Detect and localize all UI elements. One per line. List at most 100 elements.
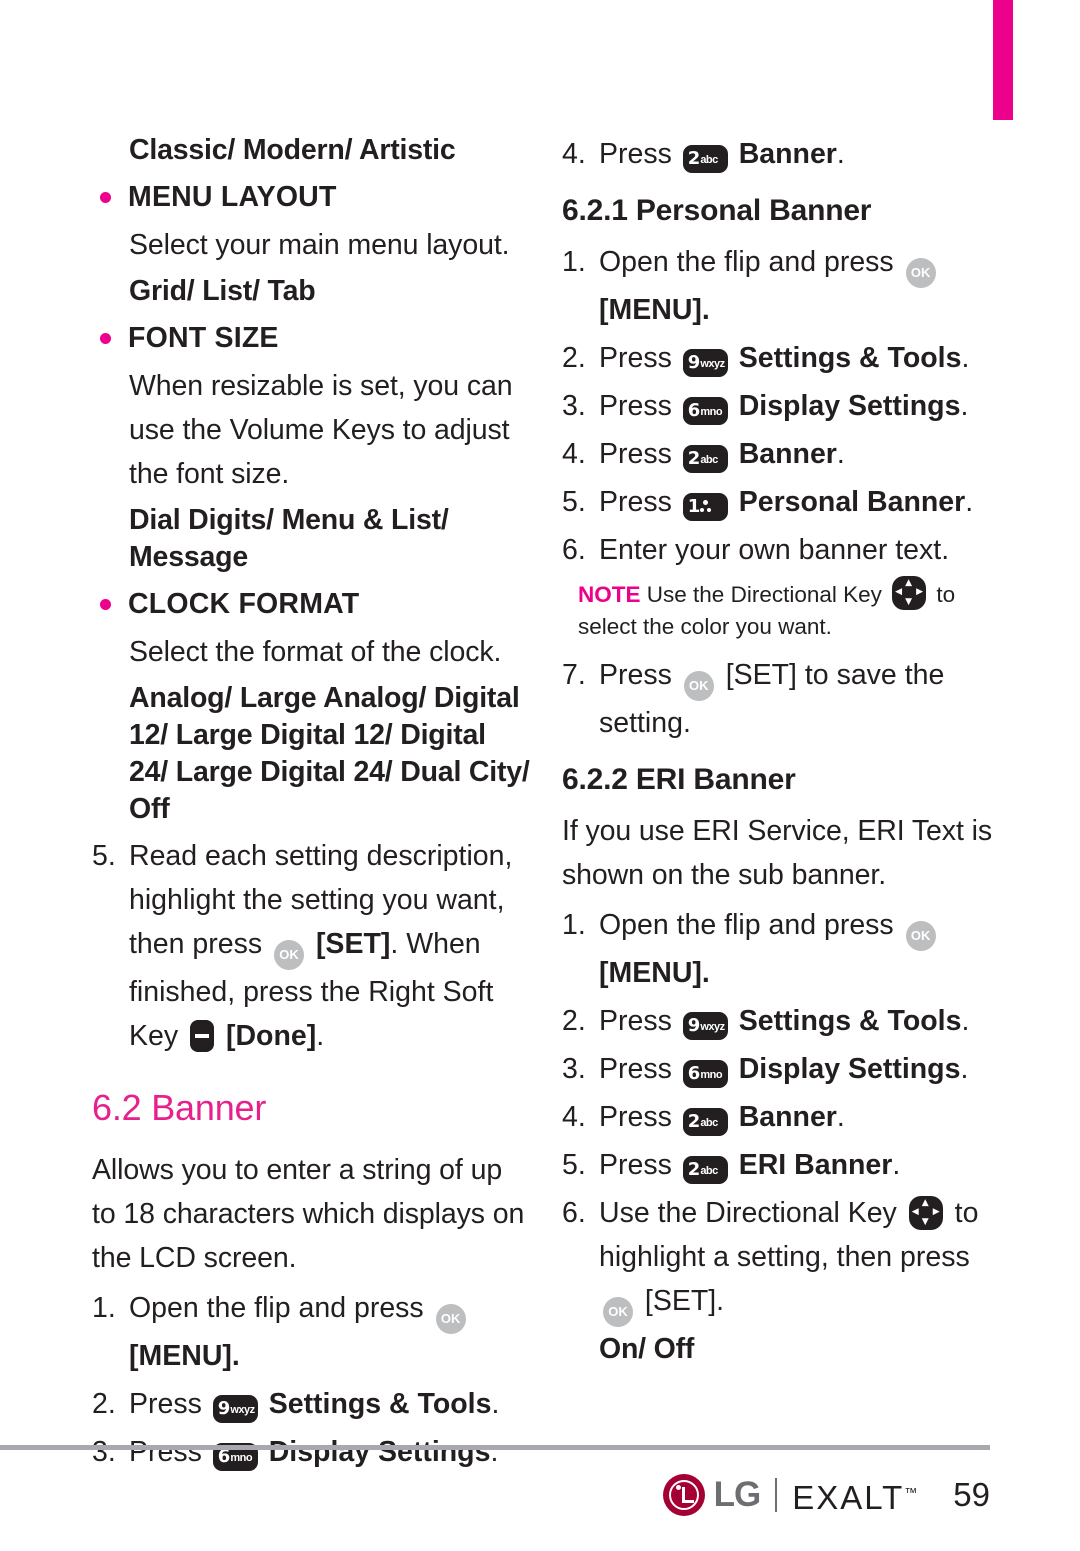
step-number: 5. (92, 840, 116, 872)
step-post: ERI Banner (738, 1149, 893, 1181)
banner-step-1: 1. Open the flip and press OK [MENU]. (92, 1286, 532, 1378)
step-pre: Press (599, 659, 672, 691)
key-letters: abc (700, 1117, 718, 1129)
step-tail: . (892, 1149, 901, 1181)
step-number: 4. (562, 438, 586, 470)
step-number: 3. (562, 1053, 586, 1085)
key-9-wxyz-icon: 9wxyz (682, 1012, 728, 1040)
step6-part1: Use the Directional Key (599, 1197, 897, 1229)
step-text: Press 9wxyz Settings & Tools. (599, 999, 1002, 1043)
done-label: [Done] (225, 1020, 317, 1052)
step-post: Settings & Tools (738, 342, 962, 374)
step-pre: Press (129, 1436, 202, 1468)
step-number: 1. (92, 1292, 116, 1324)
personal-banner-step-7: 7. Press OK [SET] to save the setting. (562, 653, 1002, 745)
bullet-font-size: FONT SIZE (92, 316, 532, 360)
key-1-voicemail-icon: 1 (682, 493, 728, 521)
step-post: Settings & Tools (268, 1388, 492, 1420)
step-post: Banner (738, 1101, 837, 1133)
step-text: Press 1 Personal Banner. (599, 480, 1002, 524)
trademark-symbol: ™ (904, 1484, 918, 1500)
step-tail: . (961, 342, 970, 374)
eri-banner-step-4: 4. Press 2abc Banner. (562, 1095, 1002, 1139)
personal-banner-step-1: 1. Open the flip and press OK [MENU]. (562, 240, 1002, 332)
ok-key-icon: OK (435, 1304, 466, 1334)
key-letters: abc (700, 154, 718, 166)
step-number: 2. (562, 1005, 586, 1037)
step-tail: . (836, 138, 845, 170)
left-step-5: 5. Read each setting description, highli… (92, 834, 532, 1058)
step-number: 6. (562, 1197, 586, 1229)
step-post: Personal Banner (738, 486, 966, 518)
lg-logo-icon (662, 1474, 705, 1516)
step-pre: Press (599, 138, 672, 170)
subsection-heading-622: 6.2.2 ERI Banner (562, 763, 796, 796)
step-text: Use the Directional Key ▲ ▼ ◀ ▶ to highligh… (599, 1191, 1002, 1327)
clock-format-label: CLOCK FORMAT (128, 588, 360, 620)
bullet-menu-layout: MENU LAYOUT (92, 175, 532, 219)
key-6-mno-icon: 6mno (682, 397, 728, 425)
section-heading-62-banner: 6.2 Banner (92, 1087, 267, 1128)
step-text: Press 6mno Display Settings. (599, 1047, 1002, 1091)
ok-key-icon: OK (905, 921, 936, 951)
key-letters: abc (700, 454, 718, 466)
footer-separator (775, 1478, 778, 1512)
step-tail: . (965, 486, 974, 518)
step-text: Press 2abc Banner. (599, 132, 1002, 176)
classic-modern-artistic-options: Classic/ Modern/ Artistic (129, 134, 456, 166)
eri-banner-step-6: 6. Use the Directional Key ▲ ▼ ◀ ▶ to highl… (562, 1191, 1002, 1327)
font-size-description: When resizable is set, you can use the V… (129, 370, 513, 490)
step-number: 2. (92, 1388, 116, 1420)
step-number: 7. (562, 659, 586, 691)
step-pre: Press (129, 1388, 202, 1420)
key-digit: 6 (687, 1063, 701, 1084)
personal-banner-step-2: 2. Press 9wxyz Settings & Tools. (562, 336, 1002, 380)
step-number: 3. (562, 390, 586, 422)
key-digit: 6 (687, 400, 701, 421)
key-digit: 2 (687, 1111, 701, 1132)
brand-name: LG (713, 1475, 762, 1514)
banner-step-2: 2. Press 9wxyz Settings & Tools. (92, 1382, 532, 1426)
key-6-mno-icon: 6mno (682, 1060, 728, 1088)
key-digit: 1 (687, 496, 701, 517)
step-pre: Press (599, 1005, 672, 1037)
key-letters: wxyz (700, 358, 725, 370)
step-post: Banner (738, 138, 837, 170)
menu-layout-options: Grid/ List/ Tab (129, 275, 316, 307)
step-text: Open the flip and press OK [MENU]. (129, 1286, 532, 1378)
step-post: [MENU]. (129, 1340, 240, 1372)
key-2-abc-icon: 2abc (682, 1156, 728, 1184)
voicemail-dots-icon (699, 493, 715, 521)
clock-format-description: Select the format of the clock. (129, 636, 502, 668)
step-number: 5. (562, 1149, 586, 1181)
key-2-abc-icon: 2abc (682, 445, 728, 473)
footer-divider (0, 1445, 990, 1450)
step-number: 4. (562, 1101, 586, 1133)
step-pre: Press (599, 1101, 672, 1133)
step-tail: . (960, 390, 969, 422)
step-post: Display Settings (738, 1053, 961, 1085)
step-number: 6. (562, 534, 586, 566)
step-tail: . (491, 1388, 500, 1420)
key-2-abc-icon: 2abc (682, 145, 728, 173)
font-size-label: FONT SIZE (128, 322, 279, 354)
bullet-dot-icon (100, 599, 111, 610)
step-number: 5. (562, 486, 586, 518)
step-text: Press OK [SET] to save the setting. (599, 653, 1002, 745)
key-digit: 2 (687, 1159, 701, 1180)
step-text: Read each setting description, highlight… (129, 834, 532, 1058)
manual-page: Classic/ Modern/ Artistic MENU LAYOUT Se… (0, 0, 1080, 1471)
step-pre: Press (599, 438, 672, 470)
key-letters: wxyz (230, 1404, 255, 1416)
key-9-wxyz-icon: 9wxyz (682, 349, 728, 377)
key-digit: 9 (217, 1398, 231, 1419)
key-2-abc-icon: 2abc (682, 1108, 728, 1136)
step-number: 4. (562, 138, 586, 170)
directional-key-icon: ▲ ▼ ◀ ▶ (908, 1196, 943, 1230)
right-soft-key-icon (190, 1020, 215, 1052)
key-digit: 9 (687, 352, 701, 373)
ok-key-icon: OK (683, 671, 714, 701)
key-digit: 2 (687, 448, 701, 469)
step-post: [MENU]. (599, 294, 710, 326)
bullet-dot-icon (100, 333, 111, 344)
